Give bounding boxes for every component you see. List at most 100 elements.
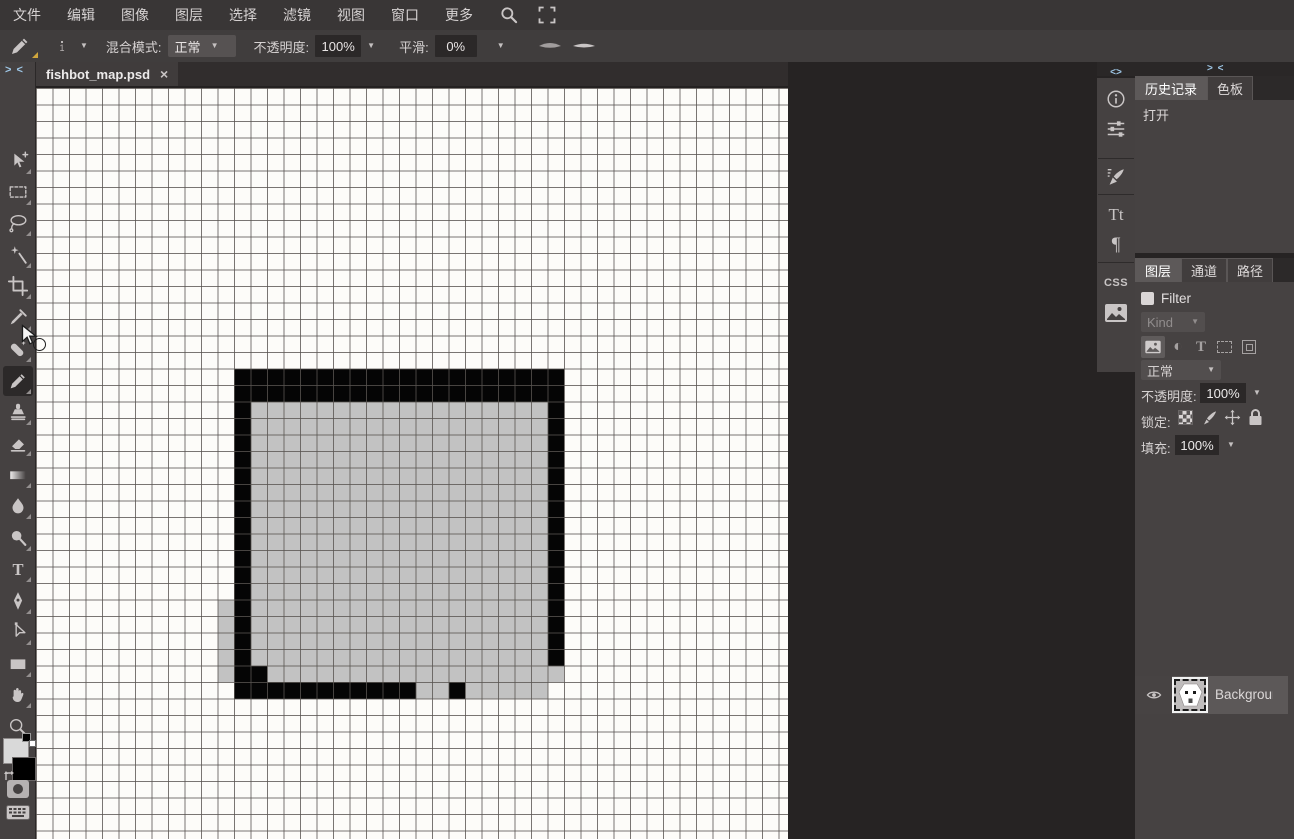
info-panel-button[interactable]: [1097, 84, 1135, 114]
subtool-corner: [26, 389, 31, 394]
filter-type-smart-object[interactable]: [1237, 336, 1261, 358]
art-pixel: [399, 468, 416, 485]
tool-dodge[interactable]: [3, 523, 33, 553]
css-panel-button[interactable]: CSS: [1097, 268, 1135, 298]
art-pixel: [317, 666, 334, 683]
art-pixel: [251, 616, 268, 633]
tool-path-select[interactable]: [3, 617, 33, 647]
tool-crop[interactable]: [3, 271, 33, 301]
strip-collapse-bar[interactable]: <>: [1097, 62, 1135, 76]
brush-size-preview[interactable]: 1: [52, 39, 72, 53]
tool-shape[interactable]: [3, 649, 33, 679]
filter-type-adjustment[interactable]: ◐: [1166, 336, 1190, 358]
history-panel-tab-1[interactable]: 历史记录: [1135, 76, 1207, 100]
layer-blend-select[interactable]: 正常 ▼: [1141, 360, 1221, 380]
kind-select[interactable]: Kind ▼: [1141, 312, 1205, 332]
smoothing-slider-caret[interactable]: ▼: [491, 35, 511, 57]
smoothing-input[interactable]: 0%: [435, 35, 477, 57]
history-entry[interactable]: 打开: [1135, 103, 1294, 125]
tool-gradient[interactable]: [3, 460, 33, 490]
art-pixel: [465, 402, 482, 419]
art-pixel: [564, 666, 581, 683]
filter-type-image[interactable]: [1141, 336, 1165, 358]
quick-mask-button[interactable]: [7, 780, 29, 798]
art-pixel: [482, 517, 499, 534]
brush-settings-panel-button[interactable]: [1097, 162, 1135, 192]
close-icon[interactable]: ×: [160, 67, 168, 81]
art-pixel: [383, 567, 400, 584]
menu-item-8[interactable]: 窗口: [378, 0, 432, 30]
art-pixel: [482, 402, 499, 419]
menu-item-5[interactable]: 选择: [216, 0, 270, 30]
panel-collapse-bar[interactable]: > <: [1135, 62, 1294, 76]
pressure-opacity-icon[interactable]: [571, 39, 597, 53]
opacity-slider-caret[interactable]: ▼: [361, 35, 381, 57]
paragraph-panel-button[interactable]: ¶: [1097, 230, 1135, 260]
lock-pixels-brush-icon[interactable]: [1201, 410, 1217, 426]
pressure-size-icon[interactable]: [537, 39, 563, 53]
fullscreen-button[interactable]: [532, 0, 562, 30]
art-pixel: [350, 567, 367, 584]
layer-opacity-input[interactable]: 100%: [1200, 383, 1246, 403]
tool-blur[interactable]: [3, 491, 33, 521]
art-pixel: [465, 484, 482, 501]
layer-thumbnail[interactable]: [1174, 679, 1206, 711]
document-tab[interactable]: fishbot_map.psd ×: [36, 62, 178, 86]
opacity-input[interactable]: 100%: [315, 35, 361, 57]
lock-transparency-icon[interactable]: [1178, 410, 1193, 425]
layers-panel-tab-2[interactable]: 通道: [1181, 258, 1227, 282]
tool-pencil[interactable]: [3, 366, 33, 396]
chevron-down-icon: ▼: [211, 42, 219, 50]
layers-panel-tab-3[interactable]: 路径: [1227, 258, 1273, 282]
tool-type[interactable]: T: [3, 554, 33, 584]
image-panel-button[interactable]: [1097, 298, 1135, 328]
tool-move[interactable]: [3, 146, 33, 176]
toolbar-collapse-button[interactable]: > <: [5, 64, 24, 76]
tool-marquee[interactable]: [3, 177, 33, 207]
menu-item-2[interactable]: 编辑: [54, 0, 108, 30]
tool-magic-wand[interactable]: [3, 240, 33, 270]
filter-type-text[interactable]: T: [1189, 336, 1213, 358]
tool-clone-stamp[interactable]: [3, 397, 33, 427]
brush-settings-icon: [1105, 166, 1127, 188]
menu-item-1[interactable]: 文件: [0, 0, 54, 30]
tool-hand[interactable]: [3, 680, 33, 710]
layer-opacity-caret[interactable]: ▼: [1253, 389, 1261, 397]
fill-input[interactable]: 100%: [1175, 435, 1219, 455]
lock-position-move-icon[interactable]: [1224, 409, 1241, 426]
lock-all-icon[interactable]: [1248, 408, 1263, 426]
tool-eraser[interactable]: [3, 428, 33, 458]
brush-picker-caret[interactable]: ▼: [80, 42, 88, 50]
active-tool-button[interactable]: [6, 32, 40, 60]
menu-item-3[interactable]: 图像: [108, 0, 162, 30]
art-pixel: [317, 583, 334, 600]
history-panel-tab-2[interactable]: 色板: [1207, 76, 1253, 100]
layer-row[interactable]: Background: [1135, 676, 1288, 714]
art-pixel: [449, 369, 466, 386]
blend-mode-select[interactable]: 正常 ▼: [168, 35, 236, 57]
fill-caret[interactable]: ▼: [1227, 441, 1235, 449]
art-pixel: [482, 534, 499, 551]
adjustments-panel-button[interactable]: [1097, 114, 1135, 144]
art-pixel: [564, 418, 581, 435]
filter-checkbox[interactable]: [1141, 292, 1154, 305]
menu-item-7[interactable]: 视图: [324, 0, 378, 30]
search-button[interactable]: [494, 0, 524, 30]
keyboard-shortcuts-button[interactable]: [6, 805, 30, 820]
menu-item-4[interactable]: 图层: [162, 0, 216, 30]
tool-pen[interactable]: [3, 586, 33, 616]
layer-visibility-cell[interactable]: [1135, 676, 1172, 714]
layers-panel-tab-1[interactable]: 图层: [1135, 258, 1181, 282]
menu-item-6[interactable]: 滤镜: [270, 0, 324, 30]
art-pixel: [218, 451, 235, 468]
tool-lasso[interactable]: [3, 208, 33, 238]
art-pixel: [498, 517, 515, 534]
character-panel-button[interactable]: Tt: [1097, 200, 1135, 230]
art-pixel: [449, 633, 466, 650]
canvas[interactable]: [36, 88, 788, 839]
art-pixel: [284, 600, 301, 617]
menu-item-9[interactable]: 更多: [432, 0, 486, 30]
filter-type-shape[interactable]: [1212, 336, 1236, 358]
art-pixel: [498, 402, 515, 419]
art-pixel: [465, 501, 482, 518]
